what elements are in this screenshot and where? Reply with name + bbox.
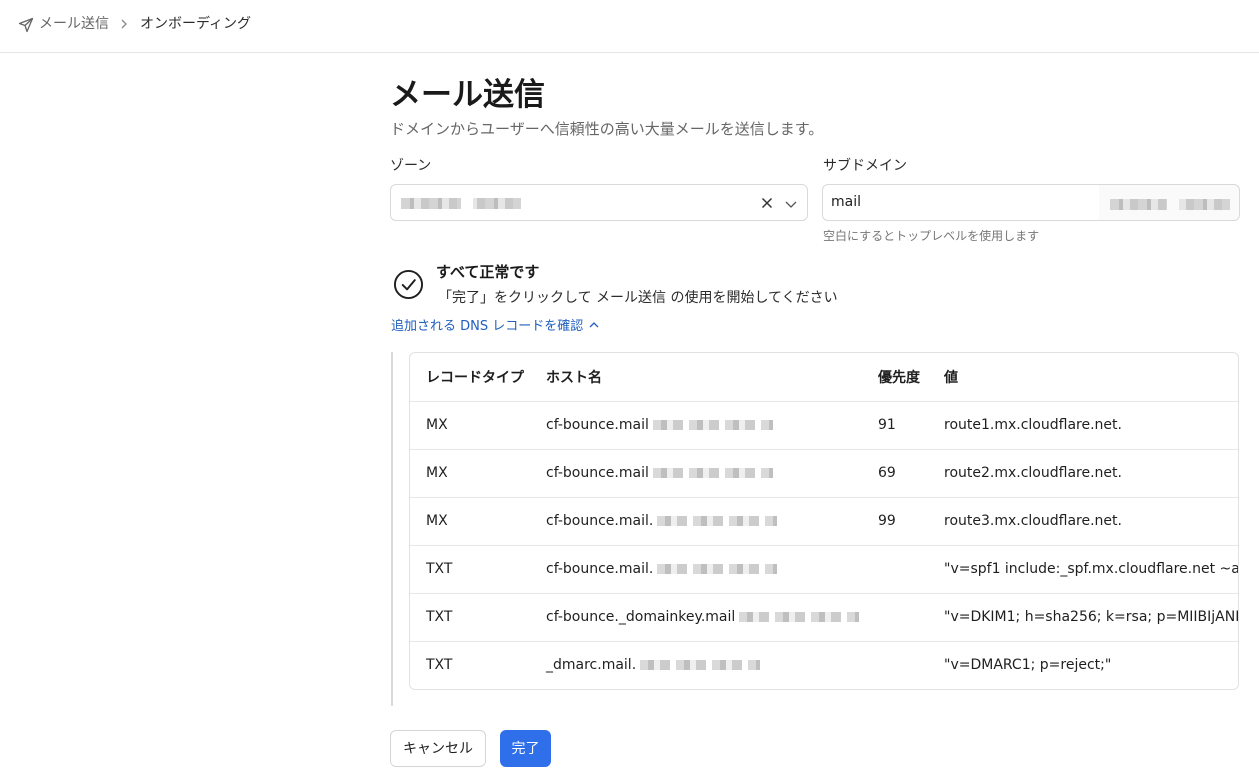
table-row: MX cf-bounce.mail. 99 route3.mx.cloudfla… xyxy=(410,497,1238,545)
record-value: "v=DKIM1; h=sha256; k=rsa; p=MIIBIjANBgk… xyxy=(944,609,1239,625)
host-name: cf-bounce.mail. xyxy=(546,513,654,529)
host-name: cf-bounce._domainkey.mail xyxy=(546,609,736,625)
host-name: cf-bounce.mail xyxy=(546,417,649,433)
redacted-host xyxy=(652,468,773,478)
table-header-row: レコードタイプ ホスト名 優先度 値 xyxy=(410,353,1238,401)
record-value: "v=DMARC1; p=reject;" xyxy=(944,657,1112,674)
host-name: _dmarc.mail. xyxy=(546,657,637,674)
dns-records-toggle[interactable]: 追加される DNS レコードを確認 xyxy=(391,318,599,335)
table-row: MX cf-bounce.mail 69 route2.mx.cloudflar… xyxy=(410,449,1238,497)
host-cell: cf-bounce.mail. xyxy=(530,497,862,545)
done-button[interactable]: 完了 xyxy=(500,730,551,767)
host-cell: cf-bounce.mail xyxy=(530,401,862,449)
host-name: cf-bounce.mail xyxy=(546,465,649,481)
record-value: "v=spf1 include:_spf.mx.cloudflare.net ~… xyxy=(944,561,1239,577)
redacted-host xyxy=(657,516,778,526)
subdomain-suffix xyxy=(1099,184,1240,221)
dns-records-table: レコードタイプ ホスト名 優先度 値 MX cf-bounce.mail 91 … xyxy=(409,352,1239,690)
page-title: メール送信 xyxy=(390,77,545,113)
breadcrumb-email-sending[interactable]: メール送信 xyxy=(39,15,109,33)
top-bar: メール送信 オンボーディング xyxy=(0,0,1259,53)
check-circle-icon xyxy=(393,269,424,300)
status-title: すべて正常です xyxy=(436,263,540,281)
zone-label: ゾーン xyxy=(390,158,432,174)
host-cell: cf-bounce.mail. xyxy=(530,545,862,593)
header-record-type: レコードタイプ xyxy=(426,369,524,386)
chevron-up-icon xyxy=(589,322,599,328)
header-value: 値 xyxy=(944,369,958,386)
table-row: TXT cf-bounce._domainkey.mail "v=DKIM1; … xyxy=(410,593,1239,641)
table-row: MX cf-bounce.mail 91 route1.mx.cloudflar… xyxy=(410,401,1238,449)
record-type: MX xyxy=(426,417,448,433)
breadcrumb-onboarding: オンボーディング xyxy=(140,16,252,32)
redacted-host xyxy=(652,420,773,430)
subdomain-input[interactable]: mail xyxy=(822,184,1100,221)
priority: 99 xyxy=(878,513,896,529)
record-type: MX xyxy=(426,513,448,529)
zone-select[interactable] xyxy=(390,184,808,221)
priority xyxy=(862,641,928,689)
record-value: route1.mx.cloudflare.net. xyxy=(944,417,1122,433)
clear-icon[interactable] xyxy=(760,196,774,210)
status-description: 「完了」をクリックして メール送信 の使用を開始してください xyxy=(438,290,838,306)
redacted-host xyxy=(657,564,778,574)
host-cell: _dmarc.mail. xyxy=(530,641,862,689)
page-subtitle: ドメインからユーザーへ信頼性の高い大量メールを送信します。 xyxy=(390,120,824,138)
send-icon xyxy=(18,17,34,33)
table-row: TXT cf-bounce.mail. "v=spf1 include:_spf… xyxy=(410,545,1239,593)
redacted-host xyxy=(739,612,860,622)
record-type: TXT xyxy=(426,657,453,674)
header-host-name: ホスト名 xyxy=(546,369,602,386)
chevron-down-icon[interactable] xyxy=(784,197,798,211)
host-name: cf-bounce.mail. xyxy=(546,561,654,577)
subdomain-hint: 空白にするとトップレベルを使用します xyxy=(823,229,1040,243)
dns-records-toggle-label: 追加される DNS レコードを確認 xyxy=(391,319,584,334)
host-cell: cf-bounce._domainkey.mail xyxy=(530,593,862,641)
chevron-right-icon xyxy=(121,19,127,29)
priority xyxy=(862,593,928,641)
record-value: route2.mx.cloudflare.net. xyxy=(944,465,1122,481)
priority: 91 xyxy=(878,417,896,433)
record-type: TXT xyxy=(426,561,453,577)
priority: 69 xyxy=(878,465,896,481)
cancel-button[interactable]: キャンセル xyxy=(390,730,486,767)
header-priority: 優先度 xyxy=(878,369,920,386)
subdomain-label: サブドメイン xyxy=(823,158,907,174)
record-value: route3.mx.cloudflare.net. xyxy=(944,513,1122,529)
host-cell: cf-bounce.mail xyxy=(530,449,862,497)
record-type: TXT xyxy=(426,609,453,625)
redacted-host xyxy=(640,660,761,671)
record-type: MX xyxy=(426,465,448,481)
section-rule xyxy=(391,352,393,706)
table-row: TXT _dmarc.mail. "v=DMARC1; p=reject;" xyxy=(410,641,1238,689)
priority xyxy=(862,545,928,593)
